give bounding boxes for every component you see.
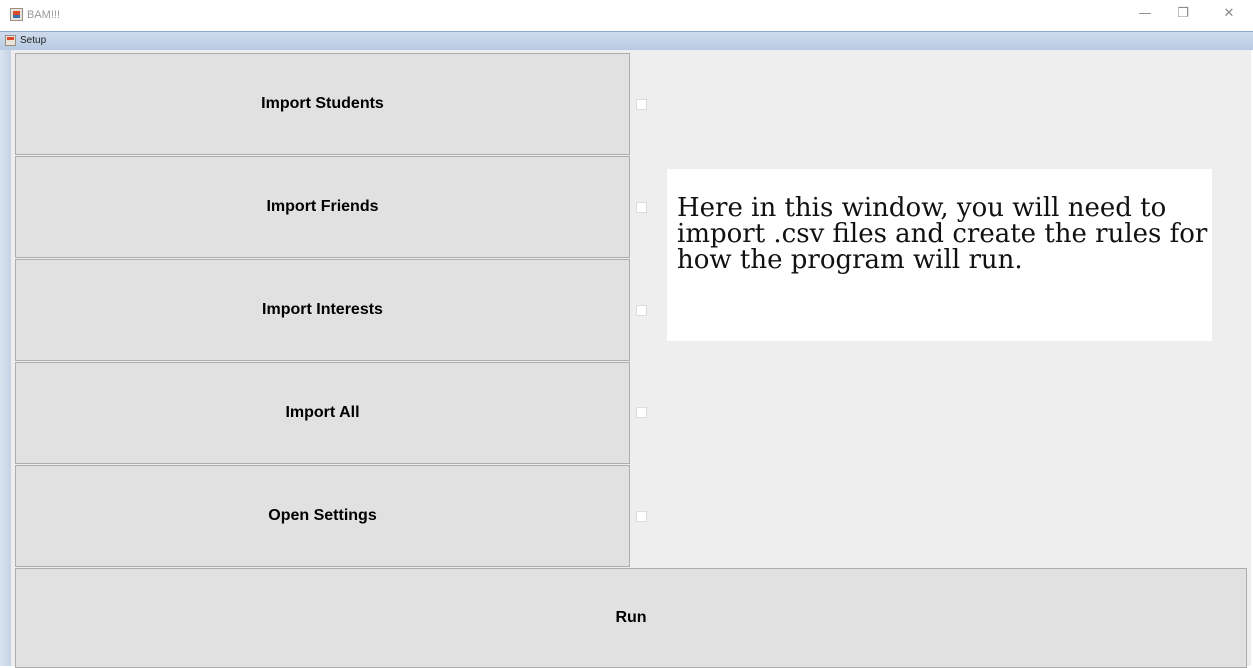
import-students-button[interactable]: Import Students [15, 53, 630, 155]
instructions-text: Here in this window, you will need to im… [677, 193, 1208, 275]
java-frame-icon [5, 35, 16, 46]
import-friends-button[interactable]: Import Friends [15, 156, 630, 258]
frame-border [0, 50, 10, 666]
close-button[interactable]: ✕ [1214, 4, 1244, 24]
import-all-button[interactable]: Import All [15, 362, 630, 464]
friends-imported-checkbox[interactable] [636, 202, 647, 213]
import-interests-button[interactable]: Import Interests [15, 259, 630, 361]
internal-frame-title: Setup [20, 35, 47, 46]
maximize-button[interactable]: ❐ [1168, 4, 1198, 24]
all-imported-checkbox[interactable] [636, 407, 647, 418]
students-imported-checkbox[interactable] [636, 99, 647, 110]
app-window: BAM!!! — ❐ ✕ Setup Import Students Impor… [0, 0, 1253, 668]
minimize-button[interactable]: — [1130, 4, 1160, 24]
title-bar[interactable]: BAM!!! — ❐ ✕ [0, 0, 1253, 31]
run-button[interactable]: Run [15, 568, 1247, 668]
internal-frame-title-bar[interactable]: Setup [0, 31, 1253, 50]
interests-imported-checkbox[interactable] [636, 305, 647, 316]
instructions-panel: Here in this window, you will need to im… [667, 169, 1212, 341]
java-app-icon [10, 8, 23, 21]
open-settings-button[interactable]: Open Settings [15, 465, 630, 567]
settings-checkbox[interactable] [636, 511, 647, 522]
window-title: BAM!!! [27, 9, 61, 21]
